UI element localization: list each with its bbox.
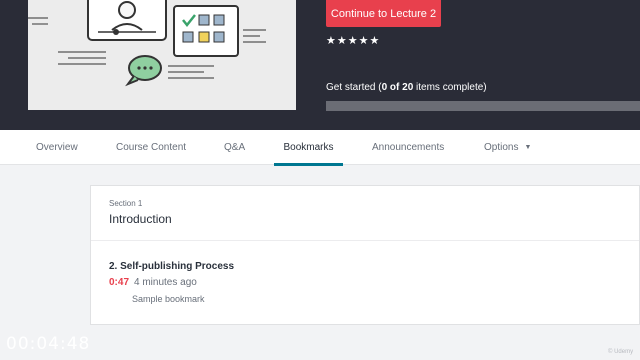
video-timer: 00:04:48 <box>6 334 91 354</box>
tab-course-content[interactable]: Course Content <box>116 130 186 165</box>
continue-lecture-button[interactable]: Continue to Lecture 2 <box>326 0 441 27</box>
udemy-watermark: © Udemy <box>608 349 634 355</box>
bookmarks-card: Section 1 Introduction 2. Self-publishin… <box>90 185 640 325</box>
card-divider <box>91 240 639 241</box>
tab-bookmarks-label: Bookmarks <box>283 142 334 153</box>
bookmark-age: 4 minutes ago <box>134 277 197 288</box>
progress-suffix: items complete) <box>413 82 487 93</box>
active-tab-underline <box>274 163 343 166</box>
course-tabs: Overview Course Content Q&A Bookmarks An… <box>0 130 640 166</box>
caret-down-icon: ▼ <box>524 144 532 151</box>
lecture-title[interactable]: 2. Self-publishing Process <box>109 261 234 272</box>
tab-course-content-label: Course Content <box>116 142 187 153</box>
bookmark-timestamp[interactable]: 0:47 <box>109 277 129 288</box>
tab-qa-label: Q&A <box>224 142 246 153</box>
tab-overview-label: Overview <box>36 142 78 153</box>
tab-overview[interactable]: Overview <box>36 130 78 165</box>
progress-status: Get started (0 of 20 items complete) <box>326 82 487 93</box>
progress-prefix: Get started ( <box>326 82 382 93</box>
bookmark-note: Sample bookmark <box>132 294 205 304</box>
tab-options[interactable]: Options ▼ <box>484 130 531 165</box>
section-label: Section 1 <box>109 199 143 208</box>
tab-qa[interactable]: Q&A <box>224 130 245 165</box>
tab-options-label: Options <box>484 142 519 153</box>
progress-bar <box>326 101 640 111</box>
rating-stars[interactable]: ★★★★★ <box>326 34 380 47</box>
section-title: Introduction <box>109 212 172 226</box>
course-thumbnail <box>28 0 296 110</box>
tab-bookmarks[interactable]: Bookmarks <box>274 130 343 166</box>
bookmark-row[interactable]: 0:47 4 minutes ago <box>109 277 197 288</box>
progress-total: 20 <box>402 82 414 93</box>
course-header: Continue to Lecture 2 ★★★★★ Get started … <box>0 0 640 130</box>
tab-announcements[interactable]: Announcements <box>372 130 444 165</box>
tab-announcements-label: Announcements <box>372 142 445 153</box>
progress-of: of <box>387 82 403 93</box>
